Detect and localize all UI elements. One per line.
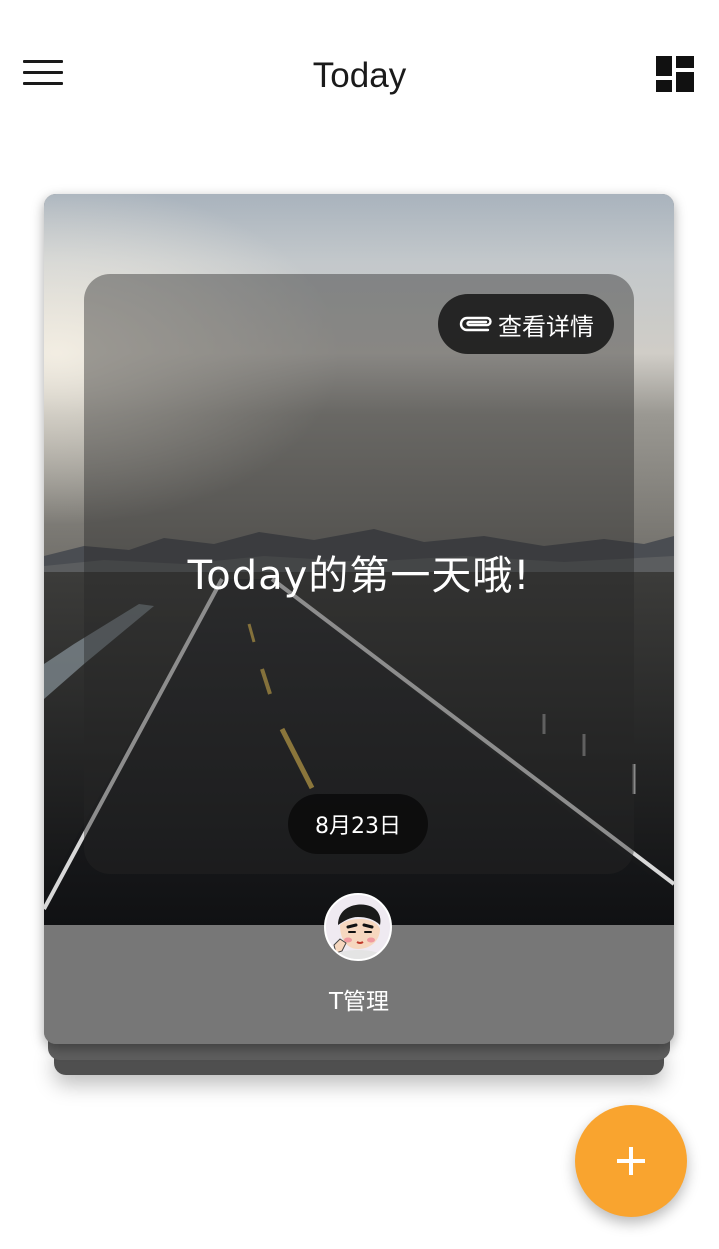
paperclip-icon — [459, 316, 492, 332]
layout-toggle-button[interactable] — [656, 56, 694, 92]
card-overlay-panel: 查看详情 Today的第一天哦! 8月23日 — [84, 274, 634, 874]
page-title: Today — [312, 56, 407, 95]
card-headline: Today的第一天哦! — [187, 553, 531, 599]
view-details-button[interactable]: 查看详情 — [438, 294, 614, 354]
avatar[interactable] — [324, 893, 392, 961]
cartoon-avatar-icon — [326, 895, 390, 959]
add-entry-button[interactable] — [575, 1105, 687, 1217]
author-name: T管理 — [328, 989, 390, 1015]
dashboard-grid-icon — [656, 56, 694, 92]
view-details-label: 查看详情 — [498, 312, 594, 341]
date-badge: 8月23日 — [288, 794, 428, 854]
today-card[interactable]: 查看详情 Today的第一天哦! 8月23日 T管理 — [44, 194, 674, 1044]
